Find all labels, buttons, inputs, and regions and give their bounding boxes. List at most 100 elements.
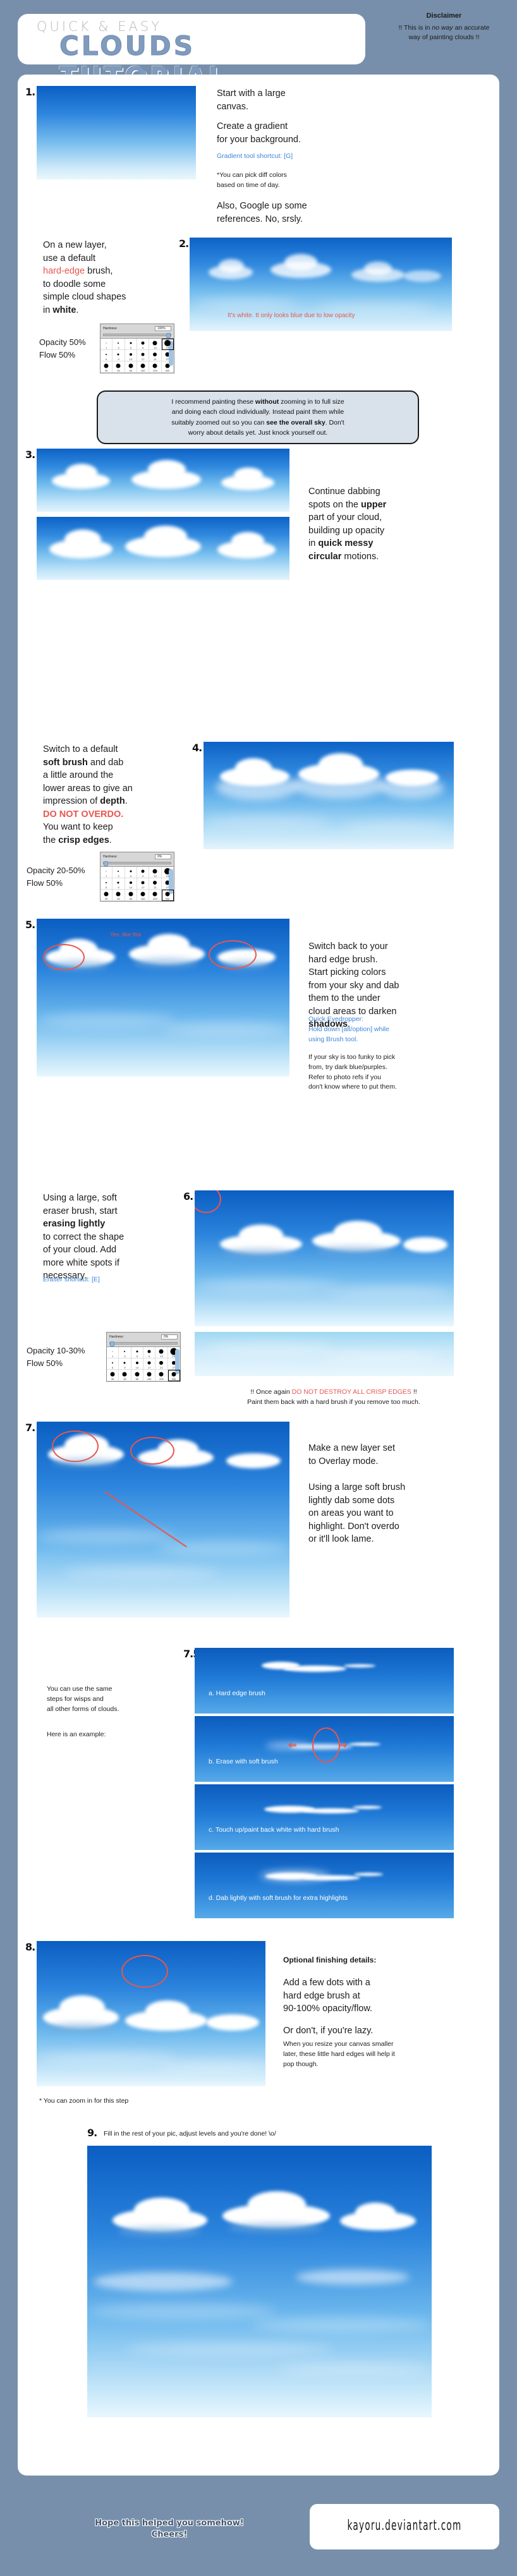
hardness-slider[interactable] — [103, 333, 171, 338]
brush-preset[interactable]: 200 — [155, 1370, 168, 1381]
brush-preset[interactable]: 21 — [149, 350, 162, 361]
brush-preset[interactable]: 5 — [107, 1358, 119, 1370]
step-7-line-3: Using a large soft brush — [308, 1482, 406, 1492]
disclaimer-body: !! This is in no way an accurate way of … — [379, 23, 509, 42]
brush-preset[interactable]: 13 — [149, 339, 162, 350]
brush-panel-step-6[interactable]: Hardness: 0% 1 3 5 9 13 19 5 9 13 17 21 … — [106, 1332, 181, 1382]
brush-preset[interactable]: 45 — [113, 361, 125, 373]
brush-preset[interactable]: 5 — [125, 339, 137, 350]
step-2-line-4: to doodle some — [43, 279, 106, 289]
brush-preset[interactable]: 200 — [149, 890, 162, 901]
step-9-number: 9. — [87, 2127, 97, 2139]
step-8-note-3: pop though. — [283, 2060, 319, 2068]
hardness-value[interactable]: 100% — [155, 326, 171, 331]
step-7-canvas — [37, 1422, 289, 1618]
step-4-line-3: a little around the — [43, 770, 114, 781]
brush-preset[interactable]: 9 — [113, 350, 125, 361]
step-7-line-5: on areas you want to — [308, 1508, 394, 1519]
step-5-number: 5. — [25, 919, 35, 931]
brush-preset[interactable]: 100 — [143, 1370, 156, 1381]
step-6-text: Using a large, soft eraser brush, start … — [43, 1192, 181, 1283]
step-7-line-1: Make a new layer set — [308, 1443, 396, 1453]
brush-preset[interactable]: 21 — [155, 1358, 168, 1370]
brush-preset[interactable]: 35 — [107, 1370, 119, 1381]
step-5-note: If your sky is too funky to pick from, t… — [308, 1053, 397, 1092]
step-1-note-b: Also, Google up some references. No, srs… — [217, 200, 307, 226]
step-2-text: On a new layer, use a default hard-edge … — [43, 239, 169, 317]
brush-preset[interactable]: 9 — [143, 1347, 156, 1358]
brush-preset[interactable]: 17 — [137, 878, 150, 890]
step-5-note-3: Refer to photo refs if you — [308, 1073, 381, 1081]
brush-preset[interactable]: 13 — [131, 1358, 143, 1370]
step-2-line-3-rest: brush, — [85, 266, 113, 277]
brush-preset[interactable]: 5 — [131, 1347, 143, 1358]
brush-preset[interactable]: 65 — [125, 890, 137, 901]
brush-preset[interactable]: 65 — [131, 1370, 143, 1381]
author-url[interactable]: kayoru.deviantart.com — [346, 2518, 463, 2534]
step-2-line-1: On a new layer, — [43, 240, 107, 250]
step-5-note-1: If your sky is too funky to pick — [308, 1053, 396, 1061]
brush-preset[interactable]: 3 — [113, 867, 125, 878]
brush-preset[interactable]: 5 — [100, 878, 113, 890]
brush-preset[interactable]: 35 — [100, 890, 113, 901]
brush-panel-step-2[interactable]: Hardness: 100% 1 3 5 9 13 19 5 9 13 17 2… — [100, 324, 174, 373]
step-2-annotation: It's white. It only looks blue due to lo… — [228, 312, 355, 319]
brush-preset[interactable]: 45 — [113, 890, 125, 901]
brush-preset-selected[interactable]: 300 — [161, 890, 174, 901]
step-3-number: 3. — [25, 449, 35, 461]
brush-preset[interactable]: 21 — [149, 878, 162, 890]
brush-preset-grid[interactable]: 1 3 5 9 13 19 5 9 13 17 21 27 35 45 65 1… — [100, 338, 174, 373]
recommend-line-2: and doing each cloud individually. Inste… — [171, 408, 344, 416]
step-4-line-7: the crisp edges. — [43, 835, 112, 846]
step-6-line-5: of your cloud. Add — [43, 1245, 117, 1255]
brush-preset[interactable]: 200 — [149, 361, 162, 373]
hardness-slider[interactable] — [109, 1341, 178, 1346]
brush-preset[interactable]: 13 — [125, 350, 137, 361]
brush-preset-grid[interactable]: 1 3 5 9 13 19 5 9 13 17 21 27 35 45 65 1… — [107, 1346, 180, 1381]
brush-preset[interactable]: 1 — [100, 867, 113, 878]
brush-preset[interactable]: 9 — [137, 339, 150, 350]
brush-preset[interactable]: 3 — [113, 339, 125, 350]
step-4-warning: DO NOT OVERDO. — [43, 809, 124, 819]
brush-preset[interactable]: 13 — [125, 878, 137, 890]
step-7-line-7: or it'll look lame. — [308, 1534, 374, 1545]
step-8-number: 8. — [25, 1941, 35, 1953]
brush-preset-grid[interactable]: 1 3 5 9 13 19 5 9 13 17 21 27 35 45 65 1… — [100, 866, 174, 901]
hardness-value[interactable]: 0% — [161, 1334, 178, 1339]
hardness-value[interactable]: 0% — [155, 854, 171, 859]
brush-preset[interactable]: 9 — [113, 878, 125, 890]
brush-preset[interactable]: 17 — [137, 350, 150, 361]
brush-preset[interactable]: 9 — [119, 1358, 131, 1370]
brush-preset[interactable]: 9 — [137, 867, 150, 878]
brush-preset[interactable]: 1 — [100, 339, 113, 350]
hardness-slider-knob[interactable] — [110, 1341, 114, 1346]
brush-preset[interactable]: 17 — [143, 1358, 156, 1370]
step-2-line-6-pre: in — [43, 305, 53, 315]
step-9-text: Fill in the rest of your pic, adjust lev… — [104, 2130, 276, 2138]
step-5-tip: Quick Eyedropper: Hold down [alt/option]… — [308, 1015, 389, 1044]
hardness-row: Hardness: 100% — [100, 324, 174, 333]
step-4-line-5: impression of depth. — [43, 796, 128, 807]
brush-preset[interactable]: 35 — [100, 361, 113, 373]
brush-preset-selected[interactable]: 300 — [167, 1370, 180, 1381]
brush-preset[interactable]: 5 — [125, 867, 137, 878]
brush-preset[interactable]: 5 — [100, 350, 113, 361]
brush-preset[interactable]: 100 — [137, 890, 150, 901]
step-75-caption-a: a. Hard edge brush — [209, 1690, 265, 1697]
hardness-slider-knob[interactable] — [166, 333, 171, 338]
brush-preset[interactable]: 3 — [119, 1347, 131, 1358]
step-8-canvas — [37, 1941, 265, 2086]
step-5-line-5: them to the under — [308, 993, 380, 1004]
brush-preset[interactable]: 45 — [119, 1370, 131, 1381]
brush-preset[interactable]: 100 — [137, 361, 150, 373]
brush-preset[interactable]: 13 — [155, 1347, 168, 1358]
hardness-slider[interactable] — [103, 861, 171, 866]
brush-preset[interactable]: 1 — [107, 1347, 119, 1358]
brush-preset[interactable]: 13 — [149, 867, 162, 878]
step-2-line-6-post: . — [76, 305, 79, 315]
footer-thanks-line-1: Hope this helped you somehow! — [95, 2519, 244, 2528]
brush-panel-step-4[interactable]: Hardness: 0% 1 3 5 9 13 19 5 9 13 17 21 … — [100, 852, 174, 902]
hardness-slider-knob[interactable] — [104, 861, 108, 866]
brush-preset[interactable]: 65 — [125, 361, 137, 373]
brush-preset-selected[interactable]: 19 — [161, 339, 174, 350]
